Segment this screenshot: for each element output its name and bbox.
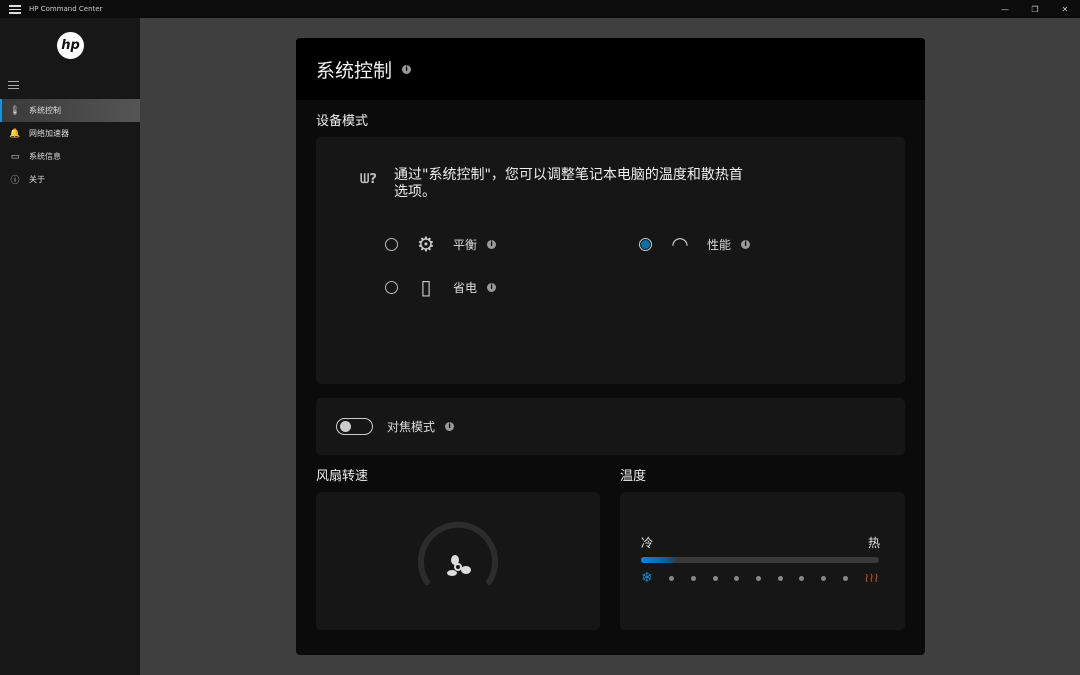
- sidebar-item-system-info[interactable]: ▭ 系统信息: [0, 145, 140, 168]
- mode-option-power-saver[interactable]: ▯ 省电 i: [385, 275, 497, 299]
- dot: [799, 575, 805, 581]
- sidebar-item-label: 网络加速器: [29, 129, 69, 138]
- device-mode-label: 设备模式: [316, 114, 369, 129]
- monitor-icon: ▭: [10, 151, 20, 162]
- app-menu-icon[interactable]: [9, 4, 21, 14]
- dot: [756, 575, 762, 581]
- dot: [820, 575, 826, 581]
- fan-icon: [447, 555, 471, 576]
- bell-icon: 🔔: [9, 128, 21, 139]
- hot-label: 热: [867, 536, 880, 550]
- info-icon[interactable]: i: [741, 239, 751, 249]
- fan-speed-label: 风扇转速: [316, 469, 369, 484]
- info-icon[interactable]: i: [445, 422, 455, 431]
- mode-option-balanced[interactable]: ⚙ 平衡 i: [385, 232, 497, 256]
- battery-icon: ▯: [420, 275, 432, 299]
- fan-gauge-track: [418, 521, 498, 585]
- option-label: 性能: [707, 237, 732, 252]
- info-icon[interactable]: i: [487, 282, 497, 292]
- dot: [842, 575, 848, 581]
- speedometer-icon: ◠: [671, 232, 689, 256]
- fan-gauge: [418, 521, 498, 585]
- radio-balanced[interactable]: [385, 237, 398, 251]
- heat-icon: ≀≀≀: [864, 570, 879, 586]
- option-label: 省电: [453, 280, 478, 295]
- sidebar: hp 🌡 系统控制 🔔 网络加速器 ▭ 系统信息 ⓘ 关于: [0, 18, 140, 675]
- sidebar-item-about[interactable]: ⓘ 关于: [0, 168, 140, 191]
- dot: [734, 575, 740, 581]
- minimize-button[interactable]: —: [990, 0, 1020, 18]
- mode-option-performance[interactable]: ◠ 性能 i: [639, 232, 751, 256]
- info-icon[interactable]: i: [402, 64, 412, 74]
- temperature-bar-fill: [641, 557, 677, 563]
- focus-mode-toggle[interactable]: [336, 418, 373, 435]
- device-mode-description: 通过"系统控制"，您可以调整笔记本电脑的温度和散热首选项。: [394, 167, 743, 200]
- hamburger-menu-icon[interactable]: [8, 81, 19, 89]
- fan-speed-panel: [316, 492, 600, 630]
- info-icon[interactable]: i: [487, 239, 497, 249]
- page-title: 系统控制: [316, 59, 393, 82]
- close-button[interactable]: ✕: [1050, 0, 1080, 18]
- gear-check-icon: ⚙: [417, 232, 435, 256]
- radio-power-saver[interactable]: [385, 280, 398, 294]
- hp-wolf-icon: ᗯ?: [360, 172, 377, 187]
- restore-button[interactable]: ❐: [1020, 0, 1050, 18]
- temperature-bar: [641, 557, 879, 563]
- temperature-label: 温度: [620, 469, 647, 484]
- sidebar-item-network-booster[interactable]: 🔔 网络加速器: [0, 122, 140, 145]
- window-title: HP Command Center: [29, 5, 103, 13]
- title-bar: HP Command Center — ❐ ✕: [0, 0, 1080, 18]
- sidebar-item-label: 系统控制: [29, 106, 61, 115]
- dot: [777, 575, 783, 581]
- snowflake-icon: ❄: [641, 570, 653, 586]
- temperature-panel: 冷 热 ❄ ≀≀≀: [620, 492, 905, 630]
- device-mode-panel: ᗯ? 通过"系统控制"，您可以调整笔记本电脑的温度和散热首选项。 ⚙ 平衡 i ◠ 性…: [316, 137, 905, 384]
- sidebar-item-system-control[interactable]: 🌡 系统控制: [0, 99, 140, 122]
- info-icon: ⓘ: [10, 176, 20, 186]
- focus-mode-label: 对焦模式: [387, 420, 436, 434]
- option-label: 平衡: [453, 237, 478, 252]
- dot: [691, 575, 697, 581]
- dot: [669, 575, 675, 581]
- dot: [712, 575, 718, 581]
- focus-mode-panel: 对焦模式 i: [316, 398, 905, 455]
- sidebar-item-label: 系统信息: [29, 152, 61, 161]
- cold-label: 冷: [641, 536, 654, 550]
- sidebar-item-label: 关于: [29, 175, 45, 184]
- system-control-card: 系统控制 i 设备模式 ᗯ? 通过"系统控制"，您可以调整笔记本电脑的温度和散热首…: [296, 38, 925, 655]
- radio-performance[interactable]: [639, 237, 652, 251]
- thermometer-icon: 🌡: [9, 105, 21, 116]
- hp-logo: hp: [57, 32, 84, 59]
